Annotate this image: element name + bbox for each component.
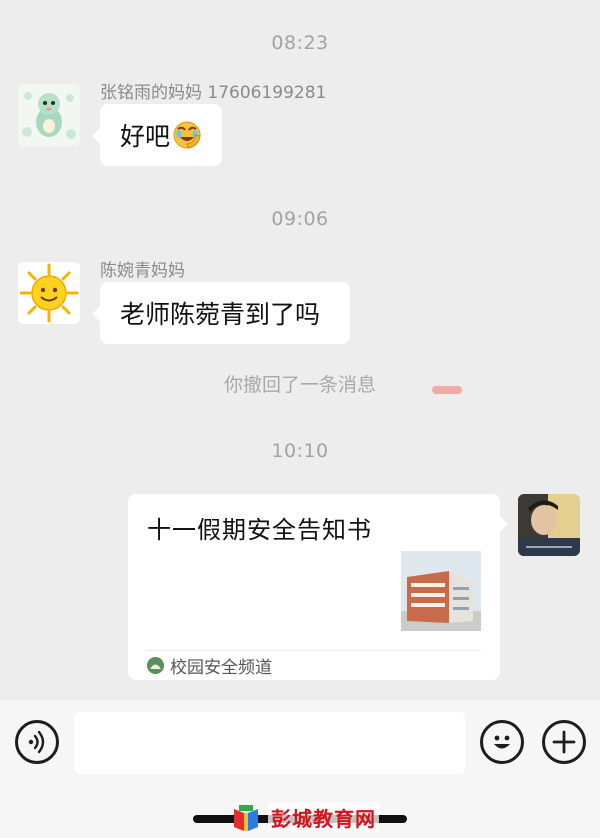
avatar-self[interactable] (518, 494, 580, 556)
books-logo-icon (234, 805, 258, 831)
watermark: 彭城教育网 (230, 800, 379, 834)
message-bubble[interactable]: 老师陈菀青到了吗 (92, 282, 350, 344)
school-building-image (401, 551, 481, 631)
avatar-dinosaur[interactable] (18, 84, 80, 146)
message-text: 好吧 (120, 122, 171, 151)
emoji-button[interactable] (480, 720, 524, 764)
card-source-label: 校园安全频道 (170, 657, 272, 678)
timestamp: 08:23 (271, 32, 329, 54)
facepalm-laugh-emoji-icon (173, 121, 201, 149)
red-mark (432, 386, 462, 394)
sender-name: 张铭雨的妈妈 17606199281 (100, 83, 327, 103)
timestamp: 10:10 (271, 440, 329, 462)
card-thumbnail (401, 551, 481, 631)
sun-avatar-image (18, 262, 80, 324)
message-text: 老师陈菀青到了吗 (120, 300, 321, 329)
emoji-icon (494, 735, 510, 749)
channel-logo-icon (147, 656, 164, 674)
card-source[interactable]: 校园安全频道 (147, 653, 272, 678)
timestamp: 09:06 (271, 208, 329, 230)
message-bubble[interactable]: 好吧 (92, 104, 222, 166)
plus-button[interactable] (542, 720, 586, 764)
sender-name: 陈婉青妈妈 (100, 261, 185, 281)
divider (147, 650, 481, 651)
voice-button[interactable] (15, 720, 59, 764)
avatar-sun[interactable] (18, 262, 80, 324)
link-card-message[interactable]: 十一假期安全告知书 校园安全频道 (128, 494, 508, 680)
message-input[interactable] (74, 712, 465, 774)
self-avatar-photo (518, 494, 580, 556)
watermark-text: 彭城教育网 (268, 802, 379, 832)
dinosaur-avatar-image (18, 84, 80, 146)
plus-icon (552, 730, 576, 754)
card-title: 十一假期安全告知书 (147, 516, 372, 544)
recall-notice: 你撤回了一条消息 (223, 374, 376, 396)
voice-icon (28, 730, 45, 754)
